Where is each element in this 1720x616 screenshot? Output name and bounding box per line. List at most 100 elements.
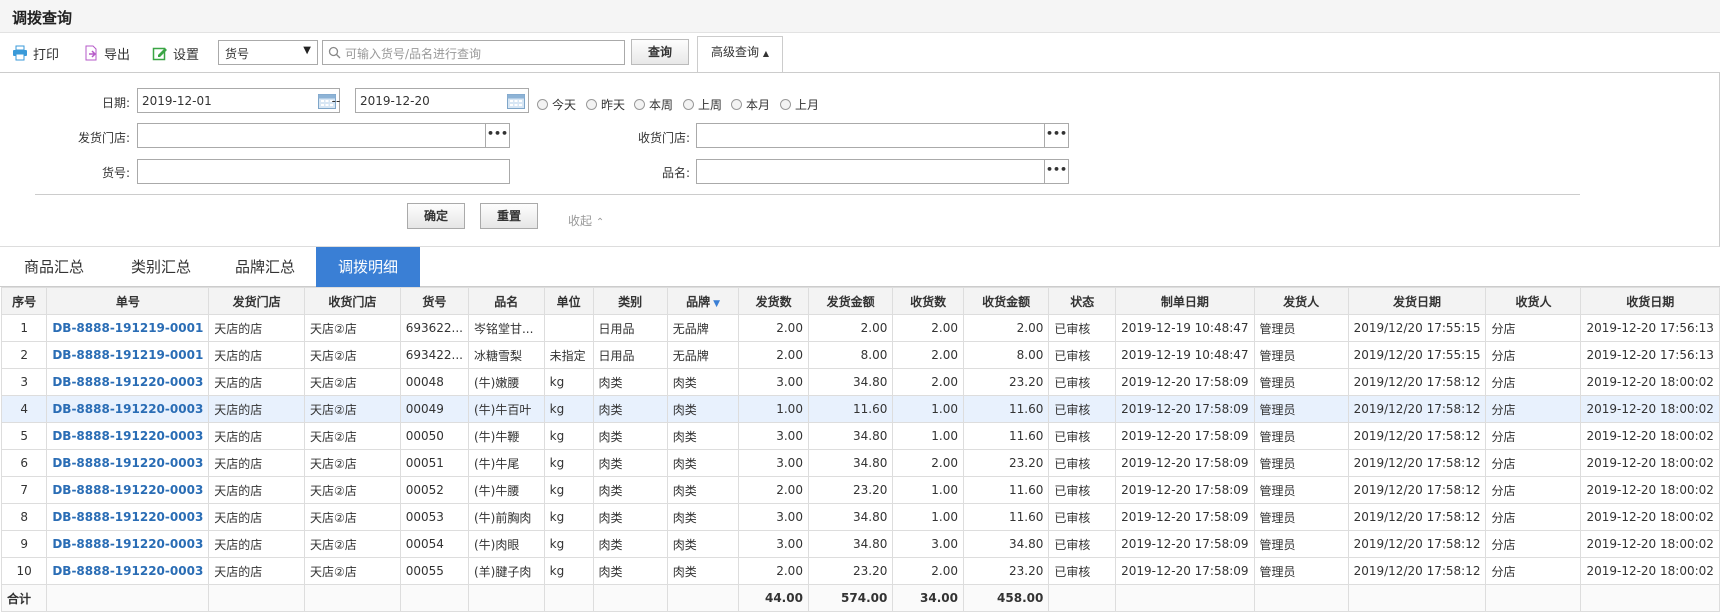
printer-icon [13, 45, 27, 61]
item-name-field[interactable]: ••• [696, 159, 1069, 184]
column-header[interactable]: 序号 [0, 287, 48, 315]
table-cell: 天店的店 [208, 449, 305, 477]
total-cell: 合计 [0, 584, 48, 612]
order-number-link[interactable]: DB-8888-191220-0003 [46, 476, 210, 504]
more-button[interactable]: ••• [485, 124, 509, 147]
column-header[interactable]: 制单日期 [1115, 287, 1255, 315]
table-cell: 2019/12/20 17:58:12 [1347, 449, 1487, 477]
total-cell [1115, 584, 1255, 612]
table-row[interactable]: 10 DB-8888-191220-0003 天店的店 天店②店 00055 (羊)腱子肉… [0, 557, 1720, 585]
radio-today[interactable]: 今天 [537, 96, 576, 113]
reset-button[interactable]: 重置 [480, 203, 538, 229]
column-header[interactable]: 品名 [467, 287, 545, 315]
order-number-link[interactable]: DB-8888-191220-0003 [46, 449, 210, 477]
date-from-field[interactable]: 2019-12-01 [137, 88, 340, 113]
column-header-label: 单号 [115, 294, 140, 309]
table-cell: 天店的店 [208, 395, 305, 423]
from-store-field[interactable]: ••• [137, 123, 510, 148]
order-number-link[interactable]: DB-8888-191219-0001 [46, 341, 210, 369]
table-cell: 肉类 [666, 530, 740, 558]
tab-transfer-detail[interactable]: 调拨明细 [316, 247, 420, 287]
more-button[interactable]: ••• [1044, 160, 1068, 183]
radio-this-week[interactable]: 本周 [634, 96, 673, 113]
column-header[interactable]: 收货门店 [304, 287, 401, 315]
order-number-link[interactable]: DB-8888-191220-0003 [46, 530, 210, 558]
table-cell: 天店②店 [304, 368, 401, 396]
column-header[interactable]: 发货日期 [1347, 287, 1487, 315]
to-store-field[interactable]: ••• [696, 123, 1069, 148]
total-cell [592, 584, 668, 612]
table-cell: 天店②店 [304, 503, 401, 531]
table-cell: 分店 [1485, 368, 1582, 396]
table-cell: 1.00 [892, 422, 964, 450]
column-header[interactable]: 收货日期 [1580, 287, 1720, 315]
table-row[interactable]: 2 DB-8888-191219-0001 天店的店 天店②店 693422... 冰糖雪… [0, 341, 1720, 369]
radio-this-month[interactable]: 本月 [731, 96, 770, 113]
table-row[interactable]: 5 DB-8888-191220-0003 天店的店 天店②店 00050 (牛)牛鞭 kg… [0, 422, 1720, 450]
column-header-label: 收货日期 [1626, 294, 1675, 309]
print-button[interactable]: 打印 [12, 42, 59, 64]
table-cell: 肉类 [592, 368, 668, 396]
order-number-link[interactable]: DB-8888-191220-0003 [46, 503, 210, 531]
order-number-link[interactable]: DB-8888-191220-0003 [46, 395, 210, 423]
table-row[interactable]: 9 DB-8888-191220-0003 天店的店 天店②店 00054 (牛)肉眼 kg… [0, 530, 1720, 558]
column-header[interactable]: 收货数 [892, 287, 964, 315]
total-cell: 44.00 [738, 584, 809, 612]
confirm-button[interactable]: 确定 [407, 203, 465, 229]
column-header[interactable]: 收货人 [1485, 287, 1582, 315]
table-cell: 分店 [1485, 395, 1582, 423]
search-input[interactable]: 可输入货号/品名进行查询 [322, 40, 625, 65]
column-header[interactable]: 品牌 ▼ [666, 287, 740, 315]
table-row[interactable]: 3 DB-8888-191220-0003 天店的店 天店②店 00048 (牛)嫩腰 kg… [0, 368, 1720, 396]
order-number-link[interactable]: DB-8888-191219-0001 [46, 314, 210, 342]
total-cell [1485, 584, 1582, 612]
tab-product-summary[interactable]: 商品汇总 [0, 247, 108, 287]
column-header[interactable]: 发货金额 [807, 287, 894, 315]
query-button[interactable]: 查询 [631, 39, 689, 65]
radio-yesterday[interactable]: 昨天 [586, 96, 625, 113]
table-cell: 已审核 [1048, 314, 1117, 342]
column-header[interactable]: 发货人 [1253, 287, 1349, 315]
column-header[interactable]: 单号 [46, 287, 210, 315]
table-cell: 5 [0, 422, 48, 450]
table-row[interactable]: 6 DB-8888-191220-0003 天店的店 天店②店 00051 (牛)牛尾 kg… [0, 449, 1720, 477]
column-header[interactable]: 收货金额 [962, 287, 1050, 315]
radio-last-week[interactable]: 上周 [683, 96, 722, 113]
dropdown-arrow-icon: ▼ [303, 45, 311, 56]
calendar-icon[interactable] [507, 92, 525, 109]
table-cell: 23.20 [807, 557, 894, 585]
table-cell: 日用品 [592, 341, 668, 369]
column-header[interactable]: 发货数 [738, 287, 809, 315]
table-row[interactable]: 4 DB-8888-191220-0003 天店的店 天店②店 00049 (牛)牛百叶 k… [0, 395, 1720, 423]
table-row[interactable]: 7 DB-8888-191220-0003 天店的店 天店②店 00052 (牛)牛腰 kg… [0, 476, 1720, 504]
advanced-query-button[interactable]: 高级查询 ▲ [697, 36, 783, 73]
export-button[interactable]: 导出 [83, 42, 130, 64]
sort-arrow-icon[interactable]: ▼ [713, 299, 720, 309]
table-cell: 已审核 [1048, 395, 1117, 423]
item-no-field[interactable] [137, 159, 510, 184]
date-separator: -- [331, 94, 341, 108]
order-number-link[interactable]: DB-8888-191220-0003 [46, 368, 210, 396]
column-header[interactable]: 类别 [592, 287, 668, 315]
order-number-link[interactable]: DB-8888-191220-0003 [46, 422, 210, 450]
radio-last-month[interactable]: 上月 [780, 96, 819, 113]
more-button[interactable]: ••• [1044, 124, 1068, 147]
table-cell: 管理员 [1253, 314, 1349, 342]
table-row[interactable]: 1 DB-8888-191219-0001 天店的店 天店②店 693622... 岑铭堂… [0, 314, 1720, 342]
settings-button[interactable]: 设置 [152, 42, 199, 64]
tab-category-summary[interactable]: 类别汇总 [108, 247, 214, 287]
column-header[interactable]: 状态 [1048, 287, 1117, 315]
field-select[interactable]: 货号 ▼ [218, 40, 318, 65]
advanced-query-panel: 日期: 2019-12-01 -- 2019-12-20 今天 昨天 本周 上周… [0, 72, 1720, 247]
table-cell: 11.60 [962, 422, 1050, 450]
radio-circle [537, 99, 548, 110]
tab-brand-summary[interactable]: 品牌汇总 [214, 247, 316, 287]
date-to-field[interactable]: 2019-12-20 [355, 88, 529, 113]
column-header[interactable]: 货号 [399, 287, 469, 315]
order-number-link[interactable]: DB-8888-191220-0003 [46, 557, 210, 585]
table-row[interactable]: 8 DB-8888-191220-0003 天店的店 天店②店 00053 (牛)前胸肉 k… [0, 503, 1720, 531]
table-cell: 分店 [1485, 503, 1582, 531]
column-header[interactable]: 单位 [543, 287, 594, 315]
column-header[interactable]: 发货门店 [208, 287, 305, 315]
collapse-link[interactable]: 收起 ⌃ [568, 212, 604, 229]
